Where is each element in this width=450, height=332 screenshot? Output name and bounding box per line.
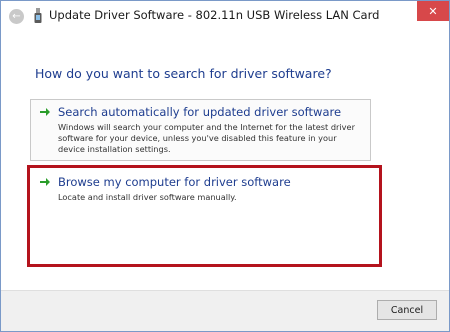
option-title: Browse my computer for driver software [58,175,291,189]
close-icon: ✕ [428,4,438,18]
option-title: Search automatically for updated driver … [58,105,342,119]
back-button[interactable]: ← [9,9,24,24]
close-button[interactable]: ✕ [417,1,449,21]
question-heading: How do you want to search for driver sof… [35,66,332,81]
dialog-footer: Cancel [1,290,449,331]
option-description: Windows will search your computer and th… [58,122,355,154]
window-title: Update Driver Software - 802.11n USB Wir… [49,8,380,22]
dialog-content: How do you want to search for driver sof… [1,31,449,291]
dialog-window: ← Update Driver Software - 802.11n USB W… [0,0,450,332]
title-bar: ← Update Driver Software - 802.11n USB W… [1,1,449,31]
option-description: Locate and install driver software manua… [58,192,237,202]
option-browse-computer[interactable]: Browse my computer for driver software L… [30,169,371,231]
green-arrow-icon [40,178,50,186]
green-arrow-icon [40,108,50,116]
cancel-button[interactable]: Cancel [377,300,437,320]
option-search-automatically[interactable]: Search automatically for updated driver … [30,99,371,161]
usb-device-icon [34,8,42,23]
back-arrow-icon: ← [12,10,21,22]
